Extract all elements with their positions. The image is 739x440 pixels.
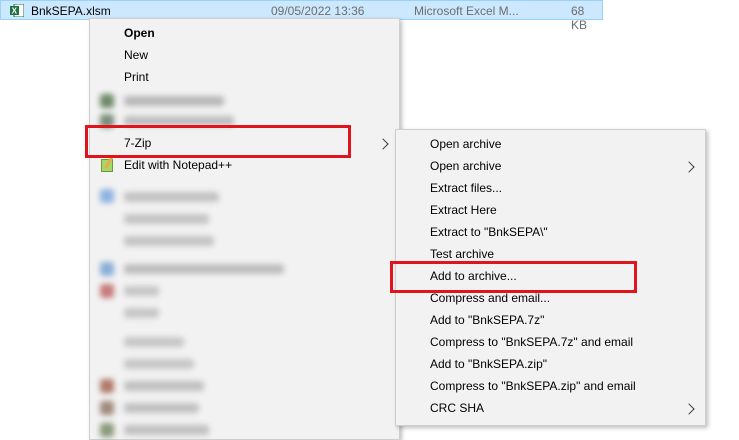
blurred-icon — [100, 94, 114, 108]
submenu-item-label: Extract to "BnkSEPA\" — [430, 225, 548, 239]
submenu-item-extract-files[interactable]: Extract files... — [396, 178, 705, 200]
file-size: 68 KB — [571, 4, 588, 32]
menu-item-new[interactable]: New — [90, 45, 399, 67]
blurred-menu-item — [124, 337, 184, 347]
menu-item-7zip-label: 7-Zip — [124, 136, 152, 150]
blurred-menu-item — [124, 286, 159, 296]
menu-item-print[interactable]: Print — [90, 67, 399, 89]
submenu-item-label: Compress and email... — [430, 291, 551, 305]
context-menu: Open New Print 7-Zip Edit with Notepad++ — [89, 18, 400, 440]
file-type: Microsoft Excel M... — [414, 4, 519, 18]
chevron-right-icon — [377, 138, 389, 150]
submenu-item-compress-and-email[interactable]: Compress and email... — [396, 288, 705, 310]
submenu-item-label: Test archive — [430, 247, 495, 261]
blurred-icon — [100, 401, 114, 415]
submenu-item-label: Add to "BnkSEPA.zip" — [430, 357, 548, 371]
blurred-menu-item — [124, 403, 199, 413]
blurred-menu-item — [124, 192, 219, 202]
blurred-menu-item — [124, 214, 209, 224]
submenu-item-label: Open archive — [430, 159, 502, 173]
file-name: BnkSEPA.xlsm — [31, 4, 111, 18]
submenu-item-label: Open archive — [430, 137, 502, 151]
blurred-menu-item — [124, 96, 224, 106]
menu-item-notepad[interactable]: Edit with Notepad++ — [90, 155, 399, 177]
blurred-icon — [100, 189, 114, 203]
chevron-right-icon — [683, 161, 695, 173]
notepad-plus-plus-icon — [101, 159, 113, 172]
blurred-menu-item — [124, 308, 159, 318]
chevron-right-icon — [683, 403, 695, 415]
blurred-menu-item — [124, 236, 214, 246]
menu-item-open-label: Open — [124, 26, 155, 40]
blurred-icon — [100, 262, 114, 276]
submenu-item-add-to-zip[interactable]: Add to "BnkSEPA.zip" — [396, 354, 705, 376]
submenu-item-open-archive[interactable]: Open archive — [396, 134, 705, 156]
blurred-menu-item — [124, 381, 204, 391]
menu-item-open[interactable]: Open — [90, 23, 399, 45]
file-row[interactable]: X BnkSEPA.xlsm 09/05/2022 13:36 Microsof… — [0, 0, 603, 32]
blurred-menu-item — [124, 264, 284, 274]
menu-item-print-label: Print — [124, 70, 149, 84]
blurred-menu-item — [124, 425, 209, 435]
menu-item-notepad-label: Edit with Notepad++ — [124, 158, 233, 172]
submenu-item-compress-7z-email[interactable]: Compress to "BnkSEPA.7z" and email — [396, 332, 705, 354]
menu-item-new-label: New — [124, 48, 149, 62]
blurred-icon — [100, 423, 114, 437]
submenu-item-extract-to[interactable]: Extract to "BnkSEPA\" — [396, 222, 705, 244]
submenu-item-label: Add to archive... — [430, 269, 517, 283]
submenu-item-label: CRC SHA — [430, 401, 485, 415]
7zip-submenu: Open archive Open archive Extract files.… — [395, 129, 706, 426]
submenu-item-add-to-7z[interactable]: Add to "BnkSEPA.7z" — [396, 310, 705, 332]
submenu-item-label: Add to "BnkSEPA.7z" — [430, 313, 545, 327]
submenu-item-open-archive-more[interactable]: Open archive — [396, 156, 705, 178]
blurred-menu-item — [124, 116, 234, 126]
submenu-item-test-archive[interactable]: Test archive — [396, 244, 705, 266]
blurred-menu-item — [124, 359, 194, 369]
submenu-item-label: Compress to "BnkSEPA.zip" and email — [430, 379, 636, 393]
submenu-item-extract-here[interactable]: Extract Here — [396, 200, 705, 222]
submenu-item-label: Extract files... — [430, 181, 503, 195]
blurred-icon — [100, 379, 114, 393]
blurred-icon — [100, 284, 114, 298]
submenu-item-crc-sha[interactable]: CRC SHA — [396, 398, 705, 420]
submenu-item-add-to-archive[interactable]: Add to archive... — [396, 266, 705, 288]
svg-text:X: X — [12, 6, 18, 15]
menu-item-7zip[interactable]: 7-Zip — [90, 133, 399, 155]
submenu-item-label: Compress to "BnkSEPA.7z" and email — [430, 335, 634, 349]
excel-icon: X — [10, 4, 24, 17]
submenu-item-label: Extract Here — [430, 203, 497, 217]
blurred-icon — [100, 114, 114, 128]
file-date: 09/05/2022 13:36 — [271, 4, 365, 18]
submenu-item-compress-zip-email[interactable]: Compress to "BnkSEPA.zip" and email — [396, 376, 705, 398]
